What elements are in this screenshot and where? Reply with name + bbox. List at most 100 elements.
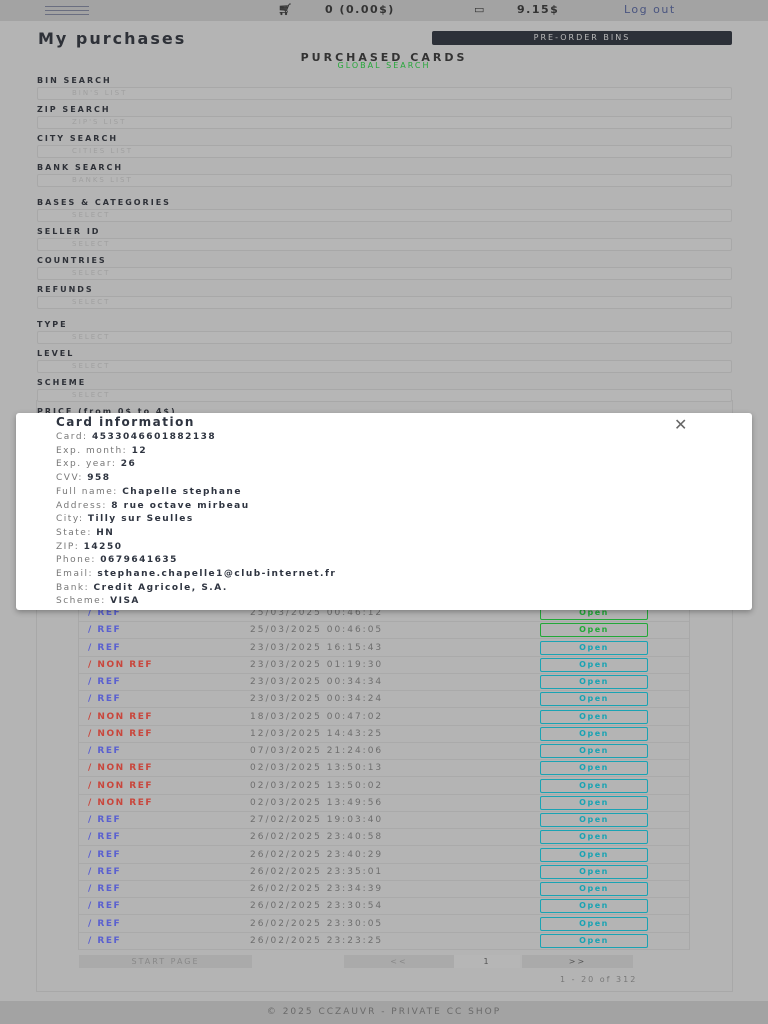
- open-button[interactable]: Open: [540, 709, 648, 724]
- table-row: / REF 26/02/2025 23:30:05 Open: [79, 916, 689, 933]
- purchase-date: 26/02/2025 23:40:58: [250, 832, 384, 843]
- purchase-date: 23/03/2025 01:19:30: [250, 659, 384, 670]
- field-key: Exp. year:: [56, 459, 117, 470]
- open-button[interactable]: Open: [540, 692, 648, 707]
- table-row: / REF 07/03/2025 21:24:06 Open: [79, 743, 689, 760]
- logout-link[interactable]: Log out: [624, 3, 676, 16]
- filter-input[interactable]: SELECT: [37, 267, 732, 280]
- refund-type: / REF: [88, 694, 122, 705]
- purchase-date: 26/02/2025 23:40:29: [250, 849, 384, 860]
- open-button[interactable]: Open: [540, 847, 648, 862]
- purchase-date: 26/02/2025 23:30:54: [250, 901, 384, 912]
- refund-type: / REF: [88, 642, 122, 653]
- prev-page-button[interactable]: <<: [344, 955, 454, 968]
- refund-type: / NON REF: [88, 728, 153, 739]
- field-key: Exp. month:: [56, 445, 128, 456]
- footer: © 2025 CCZAUVR - PRIVATE CC SHOP: [0, 1001, 768, 1024]
- filter-label: TYPE: [37, 320, 68, 329]
- filter-label: SELLER ID: [37, 227, 101, 236]
- filter-input[interactable]: SELECT: [37, 209, 732, 222]
- field-key: CVV:: [56, 473, 83, 484]
- refund-type: / REF: [88, 901, 122, 912]
- refund-type: / REF: [88, 935, 122, 946]
- preorder-bins-button[interactable]: PRE-ORDER BINS: [432, 31, 732, 45]
- card-field: Scheme: VISA: [56, 596, 140, 606]
- current-page[interactable]: 1: [454, 955, 520, 968]
- purchase-date: 27/02/2025 19:03:40: [250, 815, 384, 825]
- purchase-date: 26/02/2025 23:35:01: [250, 866, 384, 877]
- table-row: / REF 26/02/2025 23:40:58 Open: [79, 829, 689, 847]
- field-key: Address:: [56, 500, 107, 511]
- card-field: Address: 8 rue octave mirbeau: [56, 501, 250, 511]
- field-key: Full name:: [56, 486, 118, 497]
- filter-input[interactable]: BANKS LIST: [37, 174, 732, 187]
- open-button[interactable]: Open: [540, 640, 648, 655]
- field-value: 12: [131, 445, 148, 456]
- table-row: / REF 23/03/2025 00:34:24 Open: [79, 691, 689, 709]
- open-button[interactable]: Open: [540, 744, 648, 758]
- open-button[interactable]: Open: [540, 813, 648, 827]
- field-value: Chapelle stephane: [122, 486, 242, 497]
- next-page-button[interactable]: >>: [522, 955, 633, 968]
- filter-input[interactable]: SELECT: [37, 238, 732, 251]
- open-button[interactable]: Open: [540, 778, 648, 793]
- field-value: Tilly sur Seulles: [87, 514, 194, 525]
- card-field: Exp. month: 12: [56, 446, 147, 456]
- field-value: Credit Agricole, S.A.: [93, 582, 228, 593]
- filter-input[interactable]: CITIES LIST: [37, 145, 732, 158]
- filter-label: BIN SEARCH: [37, 76, 112, 85]
- card-field: ZIP: 14250: [56, 542, 122, 552]
- filter-input[interactable]: SELECT: [37, 360, 732, 373]
- table-row: / REF 23/03/2025 00:34:34 Open: [79, 674, 689, 691]
- purchase-date: 26/02/2025 23:23:25: [250, 935, 384, 946]
- filter-input[interactable]: SELECT: [37, 296, 732, 309]
- card-field: Email: stephane.chapelle1@club-internet.…: [56, 569, 336, 579]
- field-key: Card:: [56, 432, 88, 442]
- card-field: Phone: 0679641635: [56, 555, 178, 565]
- refund-type: / REF: [88, 832, 122, 843]
- filter-input[interactable]: BIN'S LIST: [37, 87, 732, 100]
- open-button[interactable]: Open: [540, 795, 648, 810]
- refund-type: / REF: [88, 815, 122, 825]
- purchase-date: 26/02/2025 23:34:39: [250, 884, 384, 894]
- filter-label: CITY SEARCH: [37, 134, 119, 143]
- refund-type: / REF: [88, 677, 122, 687]
- field-value: 14250: [83, 541, 123, 552]
- open-button[interactable]: Open: [540, 882, 648, 896]
- open-button[interactable]: Open: [540, 899, 648, 914]
- open-button[interactable]: Open: [540, 761, 648, 776]
- filter-label: BASES & CATEGORIES: [37, 198, 171, 207]
- field-value: VISA: [110, 596, 140, 607]
- table-row: / NON REF 02/03/2025 13:49:56 Open: [79, 795, 689, 812]
- field-value: 26: [120, 459, 137, 470]
- field-value: HN: [96, 527, 115, 538]
- open-button[interactable]: Open: [540, 830, 648, 845]
- field-key: Scheme:: [56, 596, 106, 607]
- field-value: stephane.chapelle1@club-internet.fr: [97, 569, 337, 579]
- cart-icon[interactable]: 🛒︎: [278, 3, 293, 16]
- open-button[interactable]: Open: [540, 726, 648, 741]
- menu-icon[interactable]: [45, 6, 89, 15]
- open-button[interactable]: Open: [540, 623, 648, 638]
- open-button[interactable]: Open: [540, 933, 648, 948]
- close-icon[interactable]: ✕: [674, 415, 687, 434]
- filter-input[interactable]: ZIP'S LIST: [37, 116, 732, 129]
- filter-input[interactable]: SELECT: [37, 331, 732, 344]
- field-key: Phone:: [56, 555, 96, 566]
- open-button[interactable]: Open: [540, 916, 648, 931]
- table-row: / REF 26/02/2025 23:34:39 Open: [79, 881, 689, 898]
- balance: 9.15$: [517, 3, 560, 16]
- purchase-date: 25/03/2025 00:46:05: [250, 625, 384, 636]
- field-key: Bank:: [56, 582, 90, 593]
- cart-total[interactable]: 0 (0.00$): [325, 3, 395, 16]
- open-button[interactable]: Open: [540, 675, 648, 689]
- start-page-button[interactable]: START PAGE: [79, 955, 252, 968]
- filter-label: BANK SEARCH: [37, 163, 124, 172]
- table-row: / NON REF 23/03/2025 01:19:30 Open: [79, 657, 689, 674]
- table-row: / REF 26/02/2025 23:30:54 Open: [79, 898, 689, 916]
- open-button[interactable]: Open: [540, 657, 648, 672]
- open-button[interactable]: Open: [540, 864, 648, 879]
- purchase-date: 07/03/2025 21:24:06: [250, 746, 384, 756]
- results-count: 1 - 20 of 312: [560, 975, 638, 984]
- global-search-link[interactable]: GLOBAL SEARCH: [0, 61, 768, 70]
